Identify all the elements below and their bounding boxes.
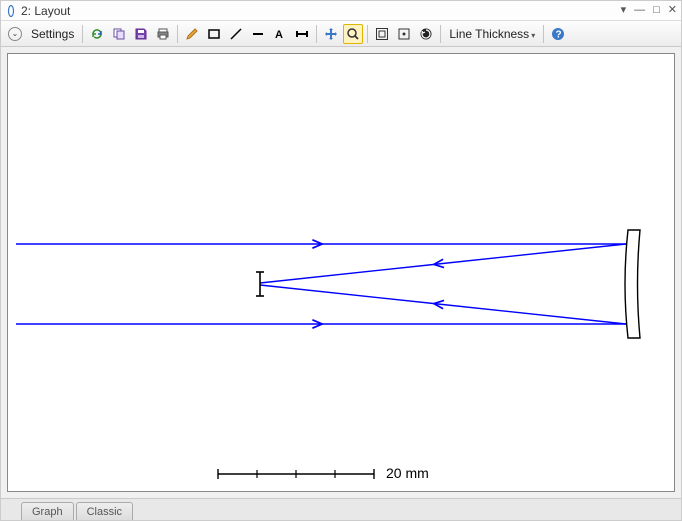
print-icon [156,27,170,41]
app-icon [5,5,17,17]
measure-icon [295,27,309,41]
line-icon [229,27,243,41]
draw-dash-button[interactable] [248,24,268,44]
dash-icon [251,27,265,41]
close-button[interactable]: ✕ [668,5,677,16]
separator [177,25,178,43]
minimize-button[interactable]: — [634,5,645,16]
text-button[interactable]: A [270,24,290,44]
move-button[interactable] [321,24,341,44]
tab-classic[interactable]: Classic [76,502,133,520]
line-thickness-label: Line Thickness [449,27,529,41]
copy-button[interactable] [109,24,129,44]
scale-label: 20 mm [386,465,429,481]
fit-icon [375,27,389,41]
svg-text:?: ? [556,29,562,40]
tabbar: Graph Classic [1,498,681,520]
rect-icon [207,27,221,41]
refresh-button[interactable] [87,24,107,44]
measure-button[interactable] [292,24,312,44]
save-button[interactable] [131,24,151,44]
pin-button[interactable]: ▾ [621,5,627,16]
chevron-down-icon: ⌄ [8,27,22,41]
copy-icon [112,27,126,41]
draw-line-button[interactable] [226,24,246,44]
fit-button[interactable] [372,24,392,44]
text-icon: A [273,27,287,41]
draw-pencil-button[interactable] [182,24,202,44]
print-button[interactable] [153,24,173,44]
titlebar: 2: Layout ▾ — □ ✕ [1,1,681,21]
help-button[interactable]: ? [548,24,568,44]
refresh-icon [90,27,104,41]
center-icon [397,27,411,41]
separator [440,25,441,43]
save-icon [134,27,148,41]
move-icon [324,27,338,41]
layout-canvas[interactable]: 20 mm [7,53,675,492]
maximize-button[interactable]: □ [653,5,660,16]
center-button[interactable] [394,24,414,44]
pencil-icon [185,27,199,41]
separator [543,25,544,43]
separator [82,25,83,43]
scale-bar [218,469,374,479]
svg-text:A: A [275,29,283,41]
chevron-down-icon: ▾ [531,31,535,40]
window-title: 2: Layout [21,4,70,18]
layout-window: 2: Layout ▾ — □ ✕ ⌄ Settings [0,0,682,521]
reset-button[interactable] [416,24,436,44]
separator [367,25,368,43]
tab-graph[interactable]: Graph [21,502,74,520]
help-icon: ? [551,27,565,41]
optical-diagram: 20 mm [8,54,668,496]
line-thickness-dropdown[interactable]: Line Thickness▾ [445,27,539,41]
toolbar: ⌄ Settings A [1,21,681,47]
reset-icon [419,27,433,41]
zoom-icon [346,27,360,41]
zoom-button[interactable] [343,24,363,44]
settings-label[interactable]: Settings [27,27,78,41]
draw-rect-button[interactable] [204,24,224,44]
settings-menu-button[interactable]: ⌄ [5,24,25,44]
canvas-area: 20 mm [1,47,681,498]
separator [316,25,317,43]
